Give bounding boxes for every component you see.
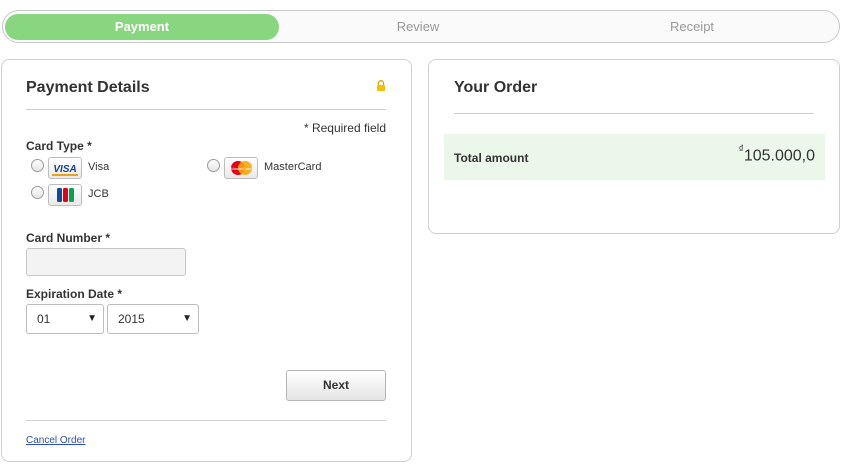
mastercard-card-icon: MasterCard <box>224 157 258 179</box>
lock-icon <box>377 80 385 91</box>
card-number-label: Card Number * <box>26 231 111 245</box>
total-amount-label: Total amount <box>454 151 529 165</box>
mastercard-label: MasterCard <box>264 161 322 173</box>
cancel-order-link[interactable]: Cancel Order <box>26 435 85 446</box>
currency-symbol: ₫ <box>738 144 744 155</box>
checkout-steps: Payment Review Receipt <box>2 10 840 43</box>
required-field-note: * Required field <box>303 121 386 135</box>
expiration-date-label: Expiration Date * <box>26 287 123 301</box>
step-review[interactable]: Review <box>283 14 553 40</box>
divider <box>454 113 814 114</box>
total-amount-value: ₫105.000,0 <box>738 144 815 165</box>
expiration-year-value: 2015 <box>118 312 145 326</box>
jcb-label: JCB <box>88 188 109 200</box>
step-receipt[interactable]: Receipt <box>555 14 829 40</box>
expiration-month-value: 01 <box>37 312 51 326</box>
order-summary-panel: Your Order Total amount ₫105.000,0 <box>428 59 840 234</box>
next-button[interactable]: Next <box>286 370 386 401</box>
total-amount-number: 105.000,0 <box>743 147 815 165</box>
payment-details-title: Payment Details <box>26 79 150 96</box>
mastercard-radio[interactable] <box>207 159 220 172</box>
total-amount-row: Total amount ₫105.000,0 <box>444 134 825 180</box>
jcb-radio[interactable] <box>31 186 44 199</box>
step-payment[interactable]: Payment <box>5 14 279 40</box>
dropdown-arrow-icon: ▼ <box>182 313 192 324</box>
divider <box>26 420 386 421</box>
visa-radio[interactable] <box>31 159 44 172</box>
svg-text:VISA: VISA <box>53 164 76 175</box>
dropdown-arrow-icon: ▼ <box>87 313 97 324</box>
jcb-card-icon <box>48 184 82 206</box>
card-number-input[interactable] <box>26 248 186 276</box>
expiration-year-select[interactable]: 2015 ▼ <box>107 304 199 334</box>
visa-card-icon: VISA <box>48 157 82 179</box>
expiration-month-select[interactable]: 01 ▼ <box>26 304 104 334</box>
card-type-label: Card Type * <box>26 139 92 153</box>
divider <box>26 109 386 110</box>
payment-details-panel: Payment Details * Required field Card Ty… <box>1 59 412 462</box>
svg-text:MasterCard: MasterCard <box>231 166 252 171</box>
visa-label: Visa <box>88 161 110 173</box>
order-title: Your Order <box>454 79 538 96</box>
